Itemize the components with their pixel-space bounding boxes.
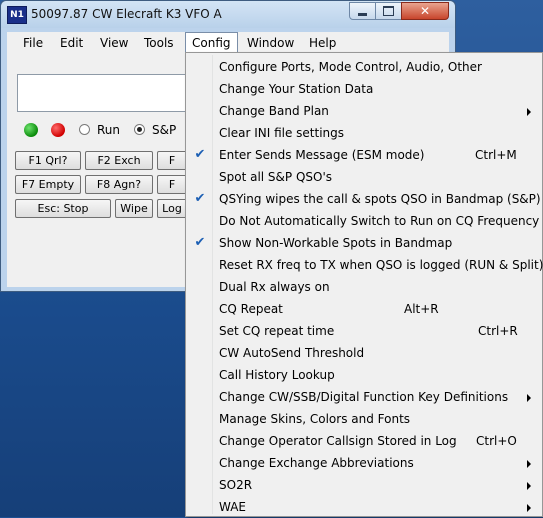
config-menu-item[interactable]: Change Your Station Data — [188, 78, 540, 100]
f1-button[interactable]: F1 Qrl? — [15, 151, 81, 170]
config-menu-item[interactable]: Set CQ repeat time Ctrl+R — [188, 320, 540, 342]
maximize-icon — [383, 6, 394, 16]
config-menu-item[interactable]: ✔ Show Non-Workable Spots in Bandmap — [188, 232, 540, 254]
f8-button[interactable]: F8 Agn? — [85, 175, 153, 194]
menu-file[interactable]: File — [17, 32, 49, 54]
submenu-arrow-icon — [527, 394, 531, 402]
config-menu-item-label: WAE — [219, 500, 246, 514]
config-menu-item[interactable]: Reset RX freq to TX when QSO is logged (… — [188, 254, 543, 276]
config-menu-item-label: Configure Ports, Mode Control, Audio, Ot… — [219, 60, 482, 74]
f7-button[interactable]: F7 Empty — [15, 175, 81, 194]
config-menu-item[interactable]: CW AutoSend Threshold — [188, 342, 540, 364]
config-menu-item[interactable]: Spot all S&P QSO's — [188, 166, 540, 188]
config-menu-item-label: Change Exchange Abbreviations — [219, 456, 414, 470]
status-led-green — [24, 123, 38, 137]
config-menu-item[interactable]: ✔ Enter Sends Message (ESM mode) Ctrl+M — [188, 144, 540, 166]
menu-view[interactable]: View — [94, 32, 134, 54]
menu-tools[interactable]: Tools — [138, 32, 180, 54]
config-menu-item[interactable]: Change Band Plan — [188, 100, 540, 122]
status-led-red — [51, 123, 65, 137]
config-menu-item-label: Change Band Plan — [219, 104, 329, 118]
config-menu-item[interactable]: Change Exchange Abbreviations — [188, 452, 540, 474]
callsign-entry-field[interactable] — [17, 74, 202, 112]
shortcut-label: Ctrl+R — [478, 324, 518, 338]
menu-help[interactable]: Help — [303, 32, 342, 54]
log-button[interactable]: Log — [157, 199, 187, 218]
config-menu-item-label: Enter Sends Message (ESM mode) — [219, 148, 425, 162]
checkmark-icon: ✔ — [194, 147, 206, 162]
f2-button[interactable]: F2 Exch — [85, 151, 153, 170]
config-menu-item[interactable]: Clear INI file settings — [188, 122, 540, 144]
config-menu-item-label: Clear INI file settings — [219, 126, 345, 140]
config-menu-item-label: Change Operator Callsign Stored in Log — [219, 434, 457, 448]
config-menu-item[interactable]: Dual Rx always on — [188, 276, 540, 298]
checkmark-icon: ✔ — [194, 191, 206, 206]
sp-radio-label: S&P — [152, 123, 177, 137]
close-icon: ✕ — [419, 4, 431, 18]
f9-button[interactable]: F — [157, 175, 187, 194]
submenu-arrow-icon — [527, 482, 531, 490]
config-menu-item-label: Manage Skins, Colors and Fonts — [219, 412, 411, 426]
window-title: 50097.87 CW Elecraft K3 VFO A — [31, 7, 222, 21]
config-menu-item-label: Set CQ repeat time — [219, 324, 335, 338]
config-menu-item[interactable]: ✔ QSYing wipes the call & spots QSO in Ba… — [188, 188, 541, 210]
maximize-button[interactable] — [375, 2, 402, 20]
submenu-arrow-icon — [527, 504, 531, 512]
sp-radio[interactable] — [134, 124, 145, 135]
shortcut-label: Ctrl+O — [476, 434, 517, 448]
app-icon: N1 — [7, 6, 27, 24]
config-menu-item-label: CW AutoSend Threshold — [219, 346, 365, 360]
config-menu-item-label: CQ Repeat — [219, 302, 283, 316]
config-menu-item-label: Call History Lookup — [219, 368, 335, 382]
menu-edit[interactable]: Edit — [54, 32, 89, 54]
config-menu-item-label: Spot all S&P QSO's — [219, 170, 333, 184]
config-menu-item[interactable]: Call History Lookup — [188, 364, 540, 386]
menu-bar: File Edit View Tools Config Window Help — [7, 32, 449, 54]
config-menu-item-label: Dual Rx always on — [219, 280, 330, 294]
config-menu-item[interactable]: WAE — [188, 496, 540, 518]
config-menu-item-label: SO2R — [219, 478, 253, 492]
menu-window[interactable]: Window — [241, 32, 300, 54]
esc-stop-button[interactable]: Esc: Stop — [15, 199, 111, 218]
config-menu-item-label: Reset RX freq to TX when QSO is logged (… — [219, 258, 543, 272]
menu-config[interactable]: Config — [185, 32, 238, 54]
config-menu-item-label: Change Your Station Data — [219, 82, 374, 96]
wipe-button[interactable]: Wipe — [115, 199, 153, 218]
minimize-icon — [358, 12, 367, 16]
submenu-arrow-icon — [527, 460, 531, 468]
config-dropdown-menu: Configure Ports, Mode Control, Audio, Ot… — [185, 52, 543, 517]
config-menu-item[interactable]: CQ Repeat Alt+R — [188, 298, 540, 320]
config-menu-item[interactable]: Manage Skins, Colors and Fonts — [188, 408, 540, 430]
config-menu-item-label: Do Not Automatically Switch to Run on CQ… — [219, 214, 540, 228]
config-menu-item-label: Show Non-Workable Spots in Bandmap — [219, 236, 453, 250]
config-menu-item[interactable]: SO2R — [188, 474, 540, 496]
run-radio[interactable] — [79, 124, 90, 135]
config-menu-item[interactable]: Do Not Automatically Switch to Run on CQ… — [188, 210, 540, 232]
title-bar[interactable]: N1 50097.87 CW Elecraft K3 VFO A ✕ — [1, 1, 455, 28]
config-menu-item-label: Change CW/SSB/Digital Function Key Defin… — [219, 390, 509, 404]
run-radio-label: Run — [97, 123, 121, 137]
config-menu-item[interactable]: Configure Ports, Mode Control, Audio, Ot… — [188, 56, 540, 78]
checkmark-icon: ✔ — [194, 235, 206, 250]
submenu-arrow-icon — [527, 108, 531, 116]
shortcut-label: Alt+R — [404, 302, 439, 316]
shortcut-label: Ctrl+M — [475, 148, 517, 162]
minimize-button[interactable] — [349, 2, 376, 20]
config-menu-item-label: QSYing wipes the call & spots QSO in Ban… — [219, 192, 541, 206]
config-menu-item[interactable]: Change CW/SSB/Digital Function Key Defin… — [188, 386, 540, 408]
close-button[interactable]: ✕ — [401, 2, 449, 20]
config-menu-item[interactable]: Change Operator Callsign Stored in Log Ct… — [188, 430, 540, 452]
f3-button[interactable]: F — [157, 151, 187, 170]
